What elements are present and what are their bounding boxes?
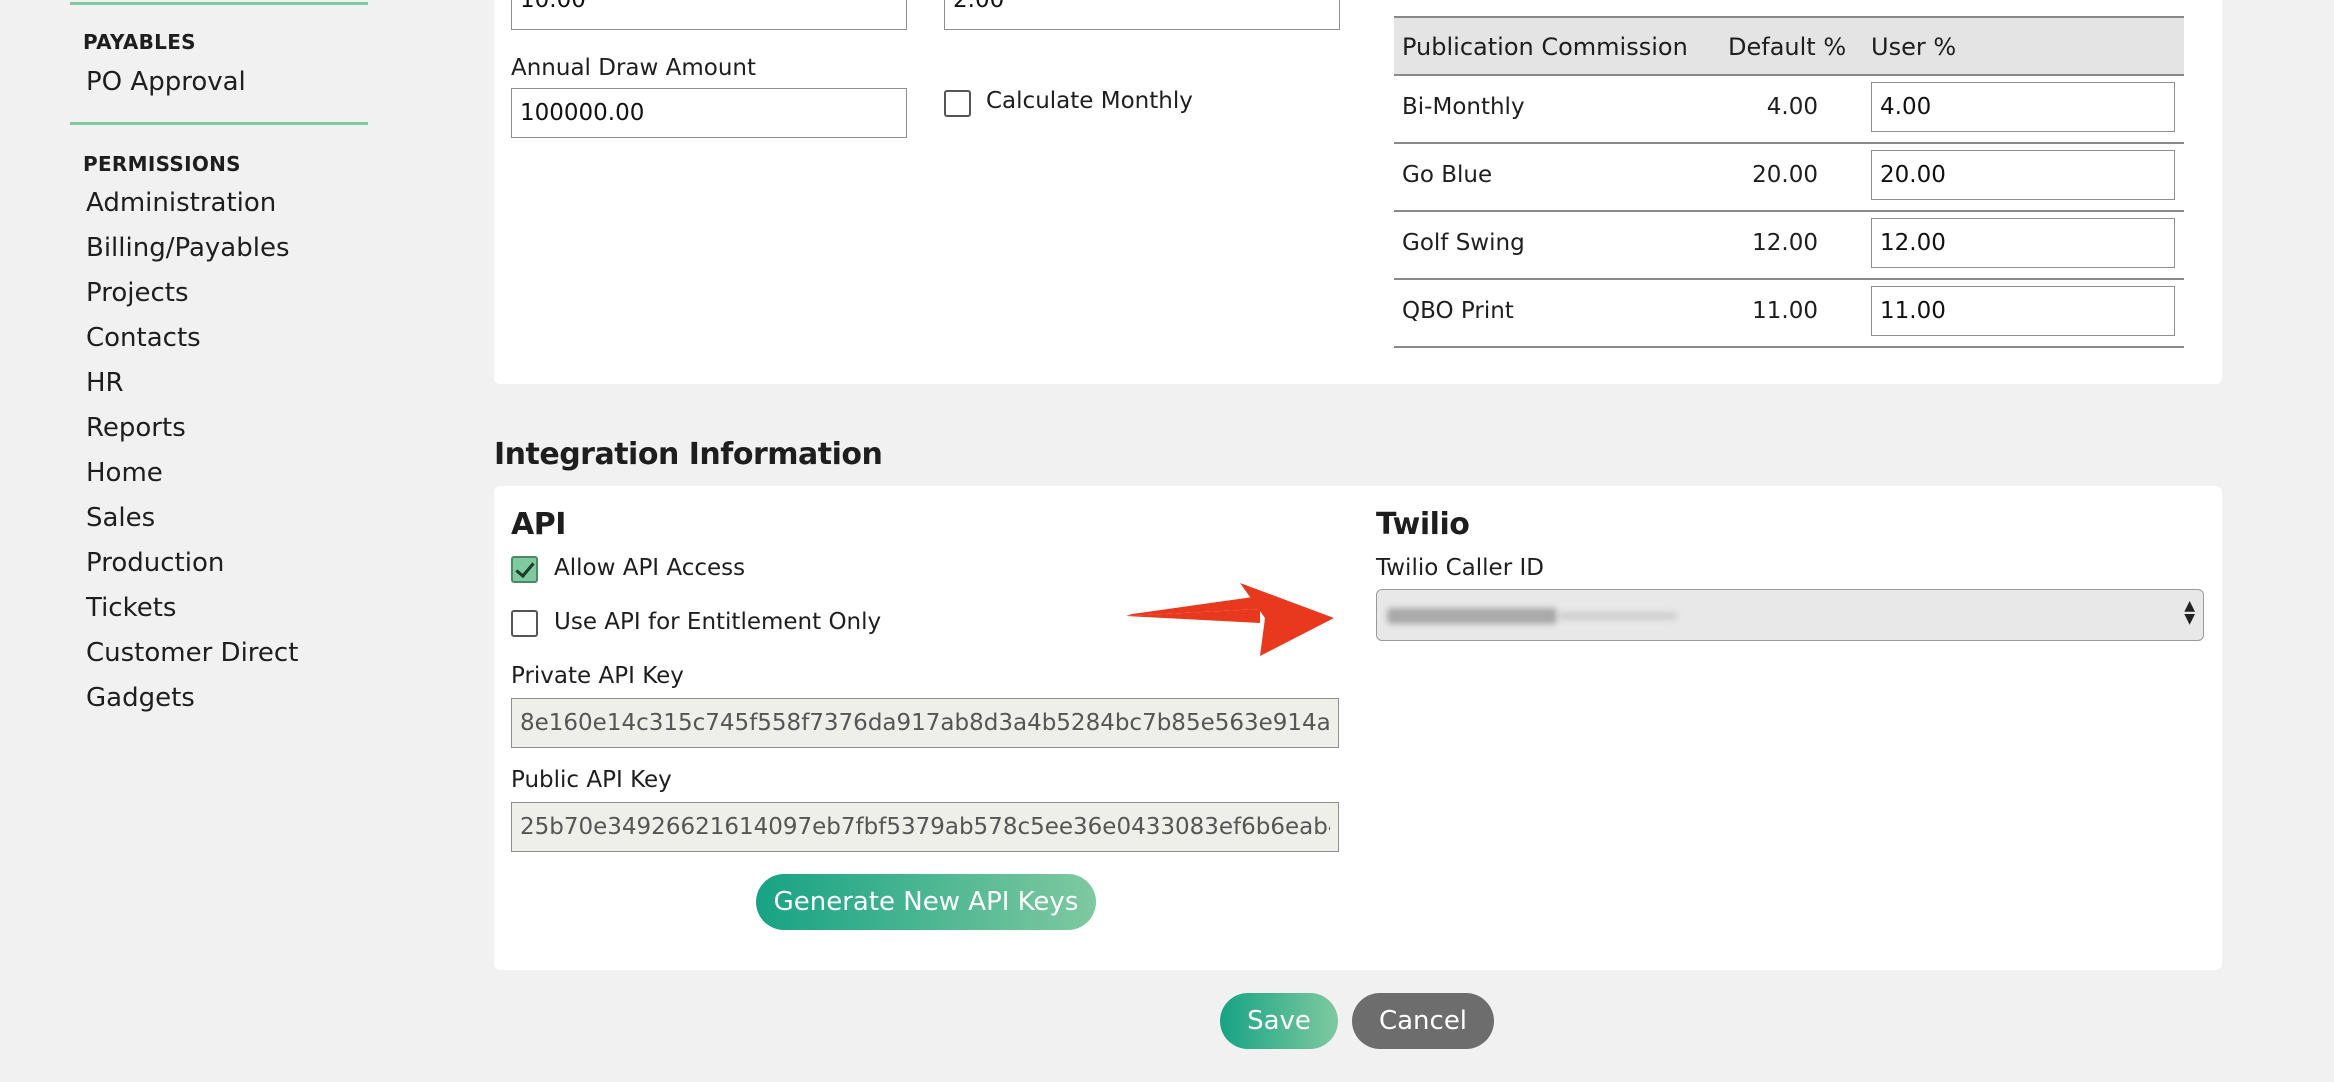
calculate-monthly-checkbox[interactable] (944, 90, 971, 117)
private-api-key-label: Private API Key (511, 663, 684, 689)
red-arrow-icon (1126, 583, 1334, 656)
publication-name: Golf Swing (1402, 230, 1525, 256)
generate-api-keys-button[interactable]: Generate New API Keys (756, 874, 1096, 930)
sidebar-item-sales[interactable]: Sales (86, 503, 155, 533)
sidebar-item-projects[interactable]: Projects (86, 278, 189, 308)
integration-section-title: Integration Information (494, 437, 883, 472)
redacted-value (1387, 608, 1557, 624)
calculate-monthly-label: Calculate Monthly (986, 88, 1193, 114)
sidebar-item-administration[interactable]: Administration (86, 188, 276, 218)
user-percent-input[interactable] (1871, 82, 2175, 132)
column-header-user: User % (1871, 33, 1957, 61)
table-row: Bi-Monthly 4.00 (1394, 74, 2184, 144)
sidebar: PAYABLES PO Approval PERMISSIONS Adminis… (70, 0, 370, 1082)
allow-api-access-checkbox[interactable] (511, 556, 538, 583)
sidebar-divider (70, 2, 368, 5)
sidebar-item-po-approval[interactable]: PO Approval (86, 67, 246, 97)
commission-rate-input[interactable] (511, 0, 907, 30)
private-api-key-field[interactable] (511, 698, 1339, 748)
table-header: Publication Commission Default % User % (1394, 16, 2184, 76)
sidebar-item-billing-payables[interactable]: Billing/Payables (86, 233, 290, 263)
default-percent: 11.00 (1752, 298, 1818, 324)
sidebar-item-hr[interactable]: HR (86, 368, 124, 398)
integration-panel: API Allow API Access Use API for Entitle… (494, 486, 2222, 970)
sidebar-item-customer-direct[interactable]: Customer Direct (86, 638, 298, 668)
twilio-caller-id-label: Twilio Caller ID (1376, 555, 1544, 581)
table-row: Golf Swing 12.00 (1394, 210, 2184, 280)
annual-draw-label: Annual Draw Amount (511, 55, 757, 81)
public-api-key-label: Public API Key (511, 767, 672, 793)
publication-name: QBO Print (1402, 298, 1514, 324)
user-percent-input[interactable] (1871, 286, 2175, 336)
sidebar-item-tickets[interactable]: Tickets (86, 593, 176, 623)
sidebar-item-production[interactable]: Production (86, 548, 224, 578)
save-button[interactable]: Save (1220, 993, 1338, 1049)
api-title: API (511, 507, 566, 542)
entitlement-only-checkbox[interactable] (511, 610, 538, 637)
publication-name: Go Blue (1402, 162, 1493, 188)
sidebar-item-gadgets[interactable]: Gadgets (86, 683, 195, 713)
redacted-value (1557, 612, 1677, 620)
table-row: QBO Print 11.00 (1394, 278, 2184, 348)
twilio-title: Twilio (1376, 507, 1470, 542)
user-percent-input[interactable] (1871, 150, 2175, 200)
allow-api-access-label: Allow API Access (554, 555, 746, 581)
entitlement-only-label: Use API for Entitlement Only (554, 609, 882, 635)
public-api-key-field[interactable] (511, 802, 1339, 852)
sidebar-divider (70, 122, 368, 125)
sidebar-item-home[interactable]: Home (86, 458, 163, 488)
sidebar-heading-payables: PAYABLES (83, 30, 196, 54)
sidebar-heading-permissions: PERMISSIONS (83, 152, 241, 176)
updown-chevron-icon: ▲ ▼ (2184, 598, 2195, 627)
default-percent: 12.00 (1752, 230, 1818, 256)
commission-secondary-input[interactable] (944, 0, 1340, 30)
table-row: Go Blue 20.00 (1394, 142, 2184, 212)
column-header-default: Default % (1728, 33, 1847, 61)
publication-name: Bi-Monthly (1402, 94, 1525, 120)
twilio-caller-id-select[interactable]: ▲ ▼ (1376, 589, 2204, 641)
default-percent: 4.00 (1766, 94, 1818, 120)
sidebar-item-reports[interactable]: Reports (86, 413, 186, 443)
sidebar-item-contacts[interactable]: Contacts (86, 323, 201, 353)
annual-draw-input[interactable] (511, 88, 907, 138)
column-header-publication: Publication Commission (1402, 33, 1688, 61)
cancel-button[interactable]: Cancel (1352, 993, 1494, 1049)
user-percent-input[interactable] (1871, 218, 2175, 268)
default-percent: 20.00 (1752, 162, 1818, 188)
